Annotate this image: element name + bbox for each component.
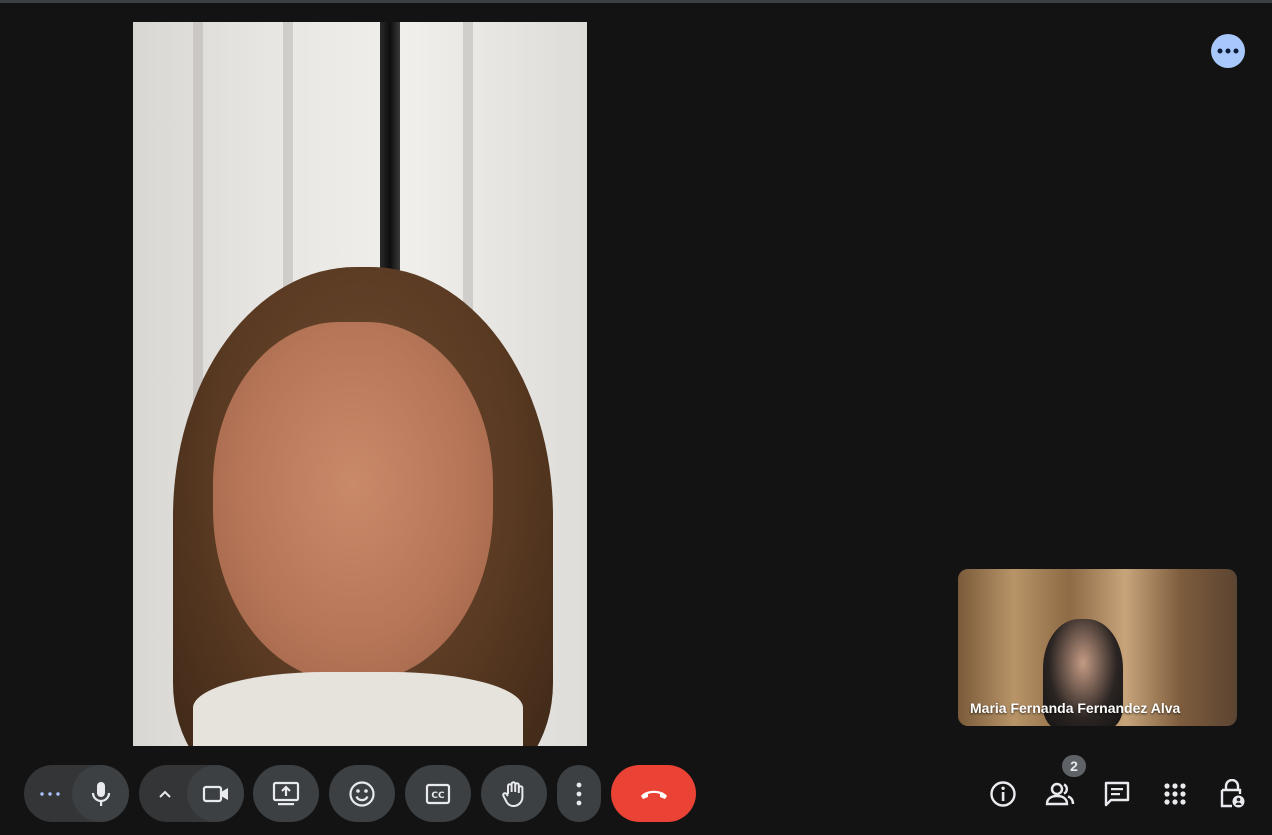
chat-button[interactable]	[1102, 779, 1132, 809]
call-end-icon	[639, 787, 669, 801]
reactions-button[interactable]	[329, 765, 395, 822]
info-icon	[989, 780, 1017, 808]
self-view-name: Maria Fernanda Fernandez Alva	[970, 700, 1181, 716]
lock-person-icon	[1218, 779, 1246, 809]
control-bar: CC	[0, 765, 1272, 822]
videocam-icon	[202, 784, 230, 804]
raise-hand-button[interactable]	[481, 765, 547, 822]
camera-button[interactable]	[187, 765, 244, 822]
more-options-button-top[interactable]	[1211, 34, 1245, 68]
leave-call-button[interactable]	[611, 765, 696, 822]
window-top-strip	[0, 0, 1272, 3]
emoji-icon	[348, 780, 376, 808]
participant-shirt	[193, 672, 523, 746]
mic-icon	[90, 781, 112, 807]
chevron-up-icon	[158, 789, 172, 799]
captions-button[interactable]: CC	[405, 765, 471, 822]
self-view-tile[interactable]: Maria Fernanda Fernandez Alva	[958, 569, 1237, 726]
meeting-stage: Maria Fernanda Fernandez Alva 2 CC	[0, 0, 1272, 835]
more-options-button[interactable]	[557, 765, 601, 822]
more-horiz-icon	[40, 791, 60, 796]
chat-icon	[1103, 780, 1131, 808]
apps-grid-icon	[1163, 782, 1187, 806]
hand-icon	[501, 780, 527, 808]
people-button[interactable]	[1045, 779, 1075, 809]
meeting-details-button[interactable]	[988, 779, 1018, 809]
present-screen-button[interactable]	[253, 765, 319, 822]
audio-options-button[interactable]	[24, 765, 76, 822]
main-participant-video[interactable]	[133, 22, 587, 746]
people-icon	[1045, 781, 1075, 807]
closed-captions-icon: CC	[425, 783, 451, 805]
more-horiz-icon	[1217, 48, 1239, 54]
mic-button[interactable]	[72, 765, 129, 822]
host-controls-button[interactable]	[1217, 779, 1247, 809]
video-options-button[interactable]	[139, 765, 191, 822]
participant-face	[213, 322, 493, 682]
svg-text:CC: CC	[431, 791, 445, 801]
present-screen-icon	[272, 781, 300, 807]
activities-button[interactable]	[1160, 779, 1190, 809]
more-vert-icon	[576, 782, 582, 806]
